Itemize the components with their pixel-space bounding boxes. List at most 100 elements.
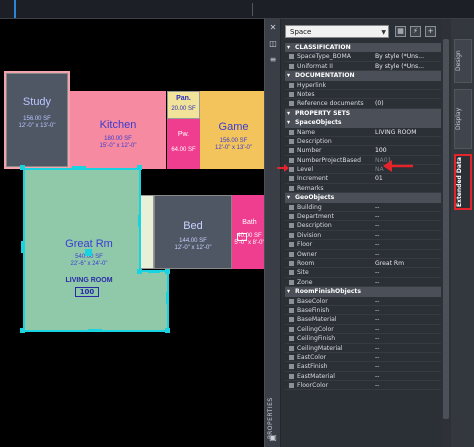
- room-pantry[interactable]: Pan. 20.00 SF: [167, 91, 200, 119]
- property-value[interactable]: --: [375, 344, 441, 352]
- scrollbar-thumb[interactable]: [443, 39, 449, 419]
- property-value[interactable]: 100: [375, 146, 441, 154]
- property-row[interactable]: CeilingColor --: [285, 325, 441, 335]
- category-row[interactable]: ▾ RoomFinishObjects: [285, 287, 441, 297]
- property-value[interactable]: --: [375, 306, 441, 314]
- property-row[interactable]: Description --: [285, 221, 441, 231]
- close-icon[interactable]: ✕: [268, 23, 278, 33]
- property-value[interactable]: Great Rm: [375, 259, 441, 267]
- menu-icon[interactable]: ≡: [268, 55, 278, 65]
- property-value[interactable]: --: [375, 278, 441, 286]
- room-tag-number[interactable]: 100: [75, 287, 99, 297]
- collapse-icon[interactable]: ▾: [287, 71, 290, 80]
- property-value[interactable]: (0): [375, 99, 441, 107]
- room-bed[interactable]: Bed 144.00 SF 12'-0" x 12'-0": [154, 195, 232, 269]
- property-value[interactable]: --: [375, 372, 441, 380]
- grip-edge-left[interactable]: [21, 241, 24, 253]
- property-row[interactable]: Remarks: [285, 184, 441, 194]
- tab-extended-data[interactable]: Extended Data: [454, 154, 472, 210]
- tab-display[interactable]: Display: [454, 89, 472, 149]
- property-row[interactable]: Number 100: [285, 146, 441, 156]
- grip-edge-top[interactable]: [72, 166, 86, 169]
- room-powder[interactable]: Pw. 64.00 SF: [167, 119, 200, 169]
- property-value[interactable]: 01: [375, 174, 441, 182]
- palette-scrollbar[interactable]: [441, 19, 451, 447]
- select-objects-icon[interactable]: ▦: [395, 26, 406, 37]
- property-row[interactable]: BaseColor --: [285, 297, 441, 306]
- grip-edge-right-upper[interactable]: [138, 215, 141, 227]
- property-row[interactable]: FloorColor --: [285, 381, 441, 391]
- collapse-icon[interactable]: ▾: [287, 193, 290, 202]
- tab-design[interactable]: Design: [454, 39, 472, 83]
- property-row[interactable]: EastColor --: [285, 353, 441, 363]
- grip-edge-step[interactable]: [148, 270, 160, 273]
- grip-bottom-left[interactable]: [20, 328, 25, 333]
- category-row[interactable]: ▾ PROPERTY SETS: [285, 108, 441, 119]
- property-value[interactable]: --: [375, 240, 441, 248]
- collapse-icon[interactable]: ▾: [287, 43, 290, 52]
- pin-icon[interactable]: ◫: [268, 39, 278, 49]
- room-great-rm-shape[interactable]: [23, 168, 169, 332]
- property-value[interactable]: By style (*Uns...: [375, 52, 441, 60]
- property-value[interactable]: --: [375, 315, 441, 323]
- property-value[interactable]: --: [375, 203, 441, 211]
- property-row[interactable]: Building --: [285, 203, 441, 213]
- property-row[interactable]: Increment 01: [285, 174, 441, 184]
- property-row[interactable]: NumberProjectBased NA01: [285, 156, 441, 166]
- property-value[interactable]: --: [375, 297, 441, 305]
- quick-select-icon[interactable]: ⚡: [410, 26, 421, 37]
- category-row[interactable]: ▾ SpaceObjects: [285, 118, 441, 128]
- property-row[interactable]: Owner --: [285, 250, 441, 259]
- property-value[interactable]: By style (*Uns...: [375, 62, 441, 70]
- property-value[interactable]: --: [375, 325, 441, 333]
- grip-top-left[interactable]: [20, 165, 25, 170]
- palette-settings-icon[interactable]: ▣: [268, 433, 278, 443]
- grip-bottom-right[interactable]: [165, 328, 170, 333]
- property-row[interactable]: Hyperlink: [285, 81, 441, 90]
- room-game[interactable]: Game 156.00 SF 12'-0" x 13'-0": [200, 91, 267, 169]
- property-row[interactable]: Division --: [285, 231, 441, 241]
- property-row[interactable]: EastFinish --: [285, 362, 441, 372]
- property-row[interactable]: Notes: [285, 90, 441, 100]
- category-row[interactable]: ▾ CLASSIFICATION: [285, 43, 441, 53]
- property-value[interactable]: --: [375, 353, 441, 361]
- drawing-canvas[interactable]: Study 156.00 SF 12'-0" x 13'-0" Kitchen …: [0, 19, 267, 447]
- room-bath[interactable]: Bath 40.00 SF 5'-0" x 8'-0": [232, 195, 267, 269]
- collapse-icon[interactable]: ▾: [287, 118, 290, 127]
- grip-right-corner[interactable]: [165, 269, 170, 274]
- property-row[interactable]: Site --: [285, 268, 441, 278]
- grip-top-right[interactable]: [137, 165, 142, 170]
- room-kitchen[interactable]: Kitchen 180.00 SF 15'-0" x 12'-0": [70, 91, 166, 169]
- property-row[interactable]: Uniformat II By style (*Uns...: [285, 62, 441, 72]
- property-row[interactable]: CeilingMaterial --: [285, 344, 441, 353]
- property-row[interactable]: Department --: [285, 212, 441, 222]
- grip-center[interactable]: [85, 249, 92, 256]
- property-value[interactable]: --: [375, 221, 441, 229]
- toggle-pickadd-icon[interactable]: +: [425, 26, 436, 37]
- property-value[interactable]: --: [375, 268, 441, 276]
- property-value[interactable]: --: [375, 362, 441, 370]
- property-row[interactable]: Floor --: [285, 240, 441, 250]
- property-row[interactable]: Reference documents (0): [285, 99, 441, 109]
- grip-edge-bottom[interactable]: [88, 329, 102, 332]
- property-row[interactable]: Level NA: [285, 165, 441, 175]
- property-row[interactable]: CeilingFinish --: [285, 334, 441, 344]
- property-row[interactable]: Description: [285, 137, 441, 147]
- property-row[interactable]: Name LIVING ROOM: [285, 128, 441, 137]
- property-value[interactable]: LIVING ROOM: [375, 128, 441, 136]
- property-row[interactable]: BaseFinish --: [285, 306, 441, 316]
- grip-edge-right-lower[interactable]: [166, 292, 169, 304]
- property-value[interactable]: --: [375, 381, 441, 389]
- category-row[interactable]: ▾ GeoObjects: [285, 193, 441, 203]
- property-row[interactable]: EastMaterial --: [285, 372, 441, 382]
- collapse-icon[interactable]: ▾: [287, 287, 290, 296]
- property-row[interactable]: Room Great Rm: [285, 259, 441, 269]
- property-value[interactable]: --: [375, 250, 441, 258]
- property-row[interactable]: BaseMaterial --: [285, 315, 441, 325]
- grip-inner-corner[interactable]: [137, 269, 142, 274]
- property-row[interactable]: Zone --: [285, 278, 441, 288]
- object-type-select[interactable]: Space ▼: [285, 25, 389, 38]
- property-value[interactable]: --: [375, 212, 441, 220]
- category-row[interactable]: ▾ DOCUMENTATION: [285, 71, 441, 81]
- collapse-icon[interactable]: ▾: [287, 109, 290, 118]
